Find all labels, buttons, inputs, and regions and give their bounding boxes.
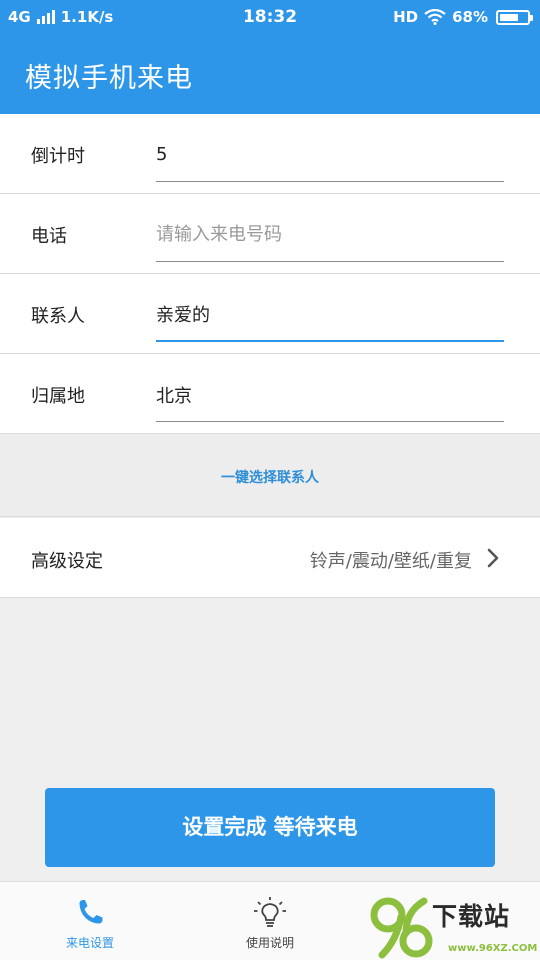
watermark-url: www.96XZ.COM: [448, 943, 538, 954]
countdown-label: 倒计时: [31, 146, 85, 167]
chevron-right-icon: [487, 548, 499, 568]
watermark: 下载站 www.96XZ.COM: [368, 893, 540, 960]
pick-contact-row: 一键选择联系人: [0, 436, 540, 517]
nav-label-call-settings: 来电设置: [65, 936, 114, 950]
wifi-icon: [424, 9, 446, 25]
status-bar: 4G 1.1K/s 18:32 HD 68%: [0, 0, 540, 36]
battery-percent: 68%: [452, 8, 488, 26]
location-input[interactable]: [156, 378, 504, 422]
pick-contact-link[interactable]: 一键选择联系人: [0, 467, 540, 487]
watermark-text: 下载站: [432, 902, 511, 931]
phone-input[interactable]: [156, 218, 504, 262]
call-settings-form: 倒计时 电话 联系人 归属地: [0, 114, 540, 434]
advanced-settings-value: 铃声/震动/壁纸/重复: [309, 551, 472, 572]
phone-row: 电话: [0, 194, 540, 274]
location-label: 归属地: [31, 386, 85, 407]
hd-indicator: HD: [393, 8, 419, 26]
countdown-input[interactable]: [156, 138, 504, 182]
setup-complete-button[interactable]: 设置完成 等待来电: [45, 788, 495, 867]
phone-icon: [79, 900, 103, 924]
countdown-row: 倒计时: [0, 114, 540, 194]
contact-label: 联系人: [31, 306, 85, 327]
battery-icon: [496, 9, 533, 25]
app-bar: 4G 1.1K/s 18:32 HD 68% 模拟手机来电: [0, 0, 540, 114]
page-title: 模拟手机来电: [25, 63, 193, 94]
location-row: 归属地: [0, 354, 540, 434]
nav-label-instructions: 使用说明: [245, 936, 294, 950]
watermark-logo: [370, 897, 433, 959]
contact-input[interactable]: [156, 298, 504, 342]
nav-item-call-settings[interactable]: 来电设置: [0, 882, 180, 960]
advanced-settings-label: 高级设定: [31, 551, 103, 572]
nav-item-instructions[interactable]: 使用说明: [180, 882, 360, 960]
advanced-settings-row[interactable]: 高级设定 铃声/震动/壁纸/重复: [0, 518, 540, 598]
lightbulb-icon: [254, 897, 286, 927]
contact-row: 联系人: [0, 274, 540, 354]
phone-label: 电话: [31, 226, 67, 247]
